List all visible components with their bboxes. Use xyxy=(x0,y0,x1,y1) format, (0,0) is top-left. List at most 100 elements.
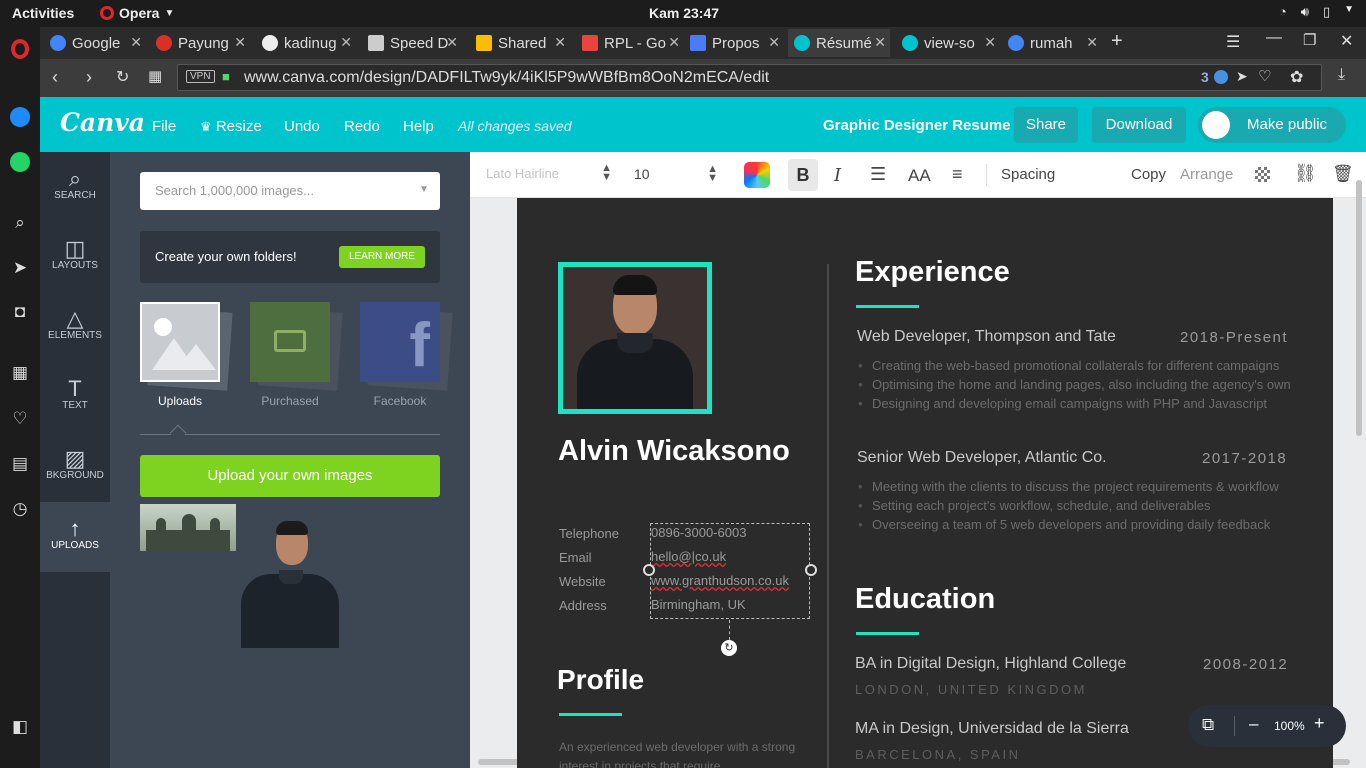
degree-period[interactable]: 2008-2012 xyxy=(1203,656,1288,673)
system-tray[interactable]: ◔ 🔊︎ ▯ ▼ xyxy=(1279,4,1354,20)
presentation-icon[interactable]: ⧉ xyxy=(1202,715,1214,735)
design-title[interactable]: Graphic Designer Resume xyxy=(823,117,1011,134)
job-period[interactable]: 2017-2018 xyxy=(1202,450,1287,467)
close-icon[interactable]: ✕ xyxy=(446,34,458,51)
rail-item-layouts[interactable]: ◫ LAYOUTS xyxy=(40,222,110,292)
uploaded-image-mosque[interactable] xyxy=(140,504,236,551)
share-button[interactable]: Share xyxy=(1014,107,1078,143)
transparency-icon[interactable] xyxy=(1255,167,1270,182)
close-icon[interactable]: ✕ xyxy=(668,34,680,51)
zoom-level[interactable]: 100% xyxy=(1274,719,1305,733)
phone-value[interactable]: 0896-3000-6003 xyxy=(651,521,809,545)
font-size-select[interactable]: 10 ▲ ▼ xyxy=(634,164,718,184)
close-window-icon[interactable]: ✕ xyxy=(1340,31,1353,51)
font-family-select[interactable]: Lato Hairline ▲ ▼ xyxy=(486,163,612,183)
profile-photo[interactable] xyxy=(558,262,712,414)
job-bullet[interactable]: Setting each project's workflow, schedul… xyxy=(858,498,1210,513)
profile-heading[interactable]: Profile xyxy=(557,664,644,696)
degree-place[interactable]: BARCELONA, SPAIN xyxy=(855,747,1020,762)
rail-item-uploads[interactable]: ↑ UPLOADS xyxy=(40,502,110,572)
file-menu[interactable]: File xyxy=(152,118,176,135)
italic-button[interactable]: I xyxy=(834,165,841,186)
redo-button[interactable]: Redo xyxy=(344,118,380,135)
help-menu[interactable]: Help xyxy=(403,118,434,135)
job-bullet[interactable]: Creating the web-based promotional colla… xyxy=(858,358,1279,373)
tab-drive[interactable]: Shared ✕ xyxy=(470,29,570,57)
contact-labels[interactable]: Telephone Email Website Address xyxy=(559,522,619,618)
list-icon[interactable]: ≡ xyxy=(952,164,963,185)
education-heading[interactable]: Education xyxy=(855,583,995,616)
tab-proposal[interactable]: Propos ✕ xyxy=(684,29,784,57)
tab-rpl[interactable]: RPL - Go ✕ xyxy=(576,29,684,57)
resume-page[interactable]: Alvin Wicaksono Telephone Email Website … xyxy=(517,198,1333,768)
tab-google[interactable]: Google ✕ xyxy=(44,29,146,57)
rail-item-text[interactable]: T TEXT xyxy=(40,362,110,432)
lock-icon[interactable]: ■ xyxy=(222,69,230,84)
send-icon[interactable]: ➤ xyxy=(8,256,32,280)
close-icon[interactable]: ✕ xyxy=(130,34,142,51)
source-uploads[interactable]: Uploads xyxy=(140,302,233,412)
rail-item-elements[interactable]: △ ELEMENTS xyxy=(40,292,110,362)
case-button[interactable]: AA xyxy=(908,166,931,186)
profile-text[interactable]: An experienced web developer with a stro… xyxy=(559,738,799,768)
download-button[interactable]: Download xyxy=(1092,107,1186,143)
speed-dial-icon[interactable]: ▦ xyxy=(8,361,32,385)
maximize-icon[interactable]: ❐ xyxy=(1303,31,1316,49)
tab-resume[interactable]: Résumé ✕ xyxy=(788,29,890,57)
forward-icon[interactable]: › xyxy=(86,67,92,88)
contact-values-textbox[interactable]: 0896-3000-6003 hello@|co.uk www.granthud… xyxy=(650,523,810,619)
text-color-swatch[interactable] xyxy=(744,162,770,188)
zoom-in-button[interactable]: + xyxy=(1314,713,1325,734)
undo-button[interactable]: Undo xyxy=(284,118,320,135)
close-icon[interactable]: ✕ xyxy=(984,34,996,51)
heart-icon[interactable]: ♡ xyxy=(1258,67,1271,85)
make-public-toggle[interactable]: Make public xyxy=(1198,107,1346,143)
tabs-grid-icon[interactable]: ▦ xyxy=(148,67,162,85)
source-purchased[interactable]: Purchased xyxy=(250,302,343,412)
opera-menu-icon[interactable] xyxy=(8,37,32,61)
camera-icon[interactable]: ◘ xyxy=(8,300,32,324)
tab-payung[interactable]: Payung ✕ xyxy=(150,29,250,57)
uploaded-image-portrait[interactable] xyxy=(241,504,339,648)
tab-github[interactable]: kadinug ✕ xyxy=(256,29,356,57)
tab-menu-icon[interactable]: ☰ xyxy=(1226,32,1240,52)
resize-menu[interactable]: ♛ Resize xyxy=(200,118,262,135)
minimize-icon[interactable]: — xyxy=(1266,29,1282,47)
adblock-count-badge[interactable]: 3 xyxy=(1201,69,1209,85)
url-text[interactable]: www.canva.com/design/DADFILTw9yk/4iKl5P9… xyxy=(244,69,769,87)
resize-handle-left[interactable] xyxy=(643,564,655,576)
volume-icon[interactable]: 🔊︎ xyxy=(1301,4,1309,20)
address-value[interactable]: Birmingham, UK xyxy=(651,593,809,617)
chevron-down-icon[interactable]: ▼ xyxy=(1344,4,1354,20)
copy-button[interactable]: Copy xyxy=(1131,166,1166,183)
tab-rumah[interactable]: rumah ✕ xyxy=(1002,29,1102,57)
whatsapp-icon[interactable] xyxy=(8,150,32,174)
adblock-icon[interactable] xyxy=(1214,70,1228,84)
job-title[interactable]: Senior Web Developer, Atlantic Co. xyxy=(857,449,1107,467)
new-tab-button[interactable]: + xyxy=(1111,30,1123,53)
arrange-button[interactable]: Arrange xyxy=(1180,166,1233,183)
chevron-down-icon[interactable]: ▼ xyxy=(419,184,429,195)
activities-button[interactable]: Activities xyxy=(12,5,74,21)
email-value[interactable]: hello@|co.uk xyxy=(651,545,809,569)
zoom-out-button[interactable]: – xyxy=(1249,714,1258,734)
degree-title[interactable]: BA in Digital Design, Highland College xyxy=(855,655,1126,673)
rail-item-search[interactable]: ⌕ SEARCH xyxy=(40,152,110,222)
source-facebook[interactable]: f Facebook xyxy=(360,302,453,412)
link-icon[interactable]: ⛓ xyxy=(1294,163,1317,184)
news-icon[interactable]: ▤ xyxy=(8,452,32,476)
experience-heading[interactable]: Experience xyxy=(855,256,1010,289)
resume-name[interactable]: Alvin Wicaksono xyxy=(558,435,790,468)
image-search-input[interactable]: Search 1,000,000 images... ▼ xyxy=(140,172,440,210)
back-icon[interactable]: ‹ xyxy=(52,67,58,88)
vpn-badge[interactable]: VPN xyxy=(186,70,215,83)
sidebar-toggle-icon[interactable]: ◧ xyxy=(8,715,32,739)
close-icon[interactable]: ✕ xyxy=(1086,34,1098,51)
rail-item-background[interactable]: ▨ BKGROUND xyxy=(40,432,110,502)
download-icon[interactable]: ⤓ xyxy=(1338,66,1345,84)
wifi-icon[interactable]: ◔ xyxy=(1279,4,1287,20)
degree-title[interactable]: MA in Design, Universidad de la Sierra xyxy=(855,720,1129,738)
vertical-scrollbar[interactable] xyxy=(1356,180,1362,436)
job-bullet[interactable]: Designing and developing email campaigns… xyxy=(858,396,1267,411)
close-icon[interactable]: ✕ xyxy=(554,34,566,51)
